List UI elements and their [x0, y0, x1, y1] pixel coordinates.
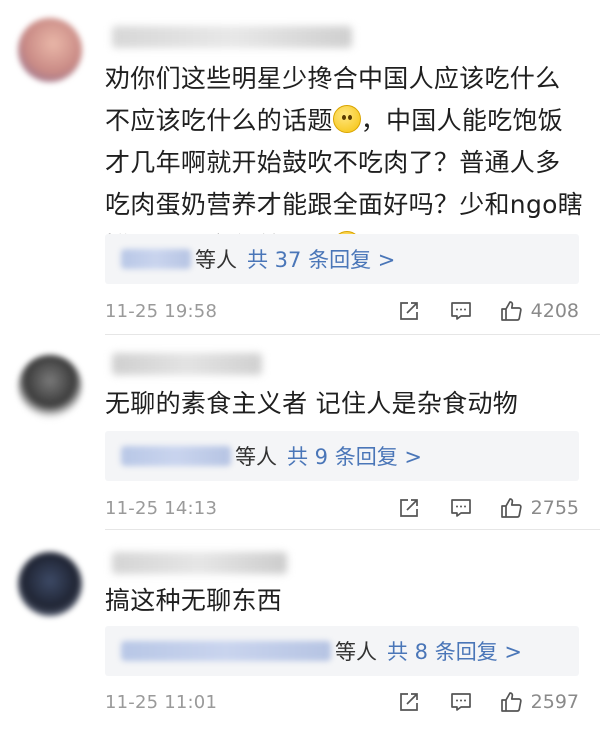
comment-item: 劝你们这些明星少搀合中国人应该吃什么不应该吃什么的话题 ，中国人能吃饱饭才几年啊就… — [0, 0, 600, 335]
timestamp: 11-25 14:13 — [105, 497, 218, 519]
username[interactable] — [112, 353, 262, 375]
action-bar: 2597 — [369, 687, 579, 717]
like-icon[interactable] — [499, 299, 523, 323]
reply-summary[interactable]: 等人 共 8 条回复 > — [105, 626, 579, 676]
like-count: 2597 — [530, 691, 579, 713]
like-button[interactable]: 2597 — [499, 690, 579, 714]
comment-meta: 11-25 14:13 2755 — [105, 493, 585, 523]
reply-usernames — [121, 446, 231, 466]
timestamp: 11-25 11:01 — [105, 691, 218, 713]
action-bar: 4208 — [369, 296, 579, 326]
reply-summary[interactable]: 等人 共 9 条回复 > — [105, 431, 579, 481]
reply-usernames — [121, 641, 331, 661]
comment-item: 无聊的素食主义者 记住人是杂食动物 等人 共 9 条回复 > 11-25 14:… — [0, 335, 600, 530]
view-replies-link[interactable]: 共 37 条回复 > — [247, 244, 395, 274]
comment-item: 搞这种无聊东西 等人 共 8 条回复 > 11-25 11:01 2597 — [0, 530, 600, 729]
like-icon[interactable] — [499, 690, 523, 714]
like-button[interactable]: 2755 — [499, 496, 579, 520]
comment-icon[interactable] — [449, 496, 473, 520]
reply-deng-text: 等人 — [195, 248, 237, 272]
comment-text: 无聊的素食主义者 记住人是杂食动物 — [105, 389, 519, 418]
reply-usernames — [121, 249, 191, 269]
smile-emoji-icon — [332, 105, 361, 133]
view-replies-link[interactable]: 共 8 条回复 > — [387, 636, 522, 666]
like-button[interactable]: 4208 — [499, 299, 579, 323]
reply-deng-text: 等人 — [335, 640, 377, 664]
avatar[interactable] — [18, 18, 82, 82]
view-replies-link[interactable]: 共 9 条回复 > — [287, 441, 422, 471]
comment-meta: 11-25 11:01 2597 — [105, 687, 585, 717]
timestamp: 11-25 19:58 — [105, 300, 218, 322]
comment-text: 搞这种无聊东西 — [105, 586, 283, 615]
comment-icon[interactable] — [449, 299, 473, 323]
share-icon[interactable] — [397, 496, 421, 520]
share-icon[interactable] — [397, 299, 421, 323]
comment-icon[interactable] — [449, 690, 473, 714]
like-count: 2755 — [530, 497, 579, 519]
share-icon[interactable] — [397, 690, 421, 714]
avatar[interactable] — [18, 552, 82, 616]
reply-summary[interactable]: 等人 共 37 条回复 > — [105, 234, 579, 284]
like-icon[interactable] — [499, 496, 523, 520]
like-count: 4208 — [530, 300, 579, 322]
action-bar: 2755 — [369, 493, 579, 523]
reply-deng-text: 等人 — [235, 445, 277, 469]
username[interactable] — [112, 552, 287, 574]
comment-meta: 11-25 19:58 4208 — [105, 296, 585, 326]
avatar[interactable] — [18, 355, 82, 419]
username[interactable] — [112, 26, 352, 48]
